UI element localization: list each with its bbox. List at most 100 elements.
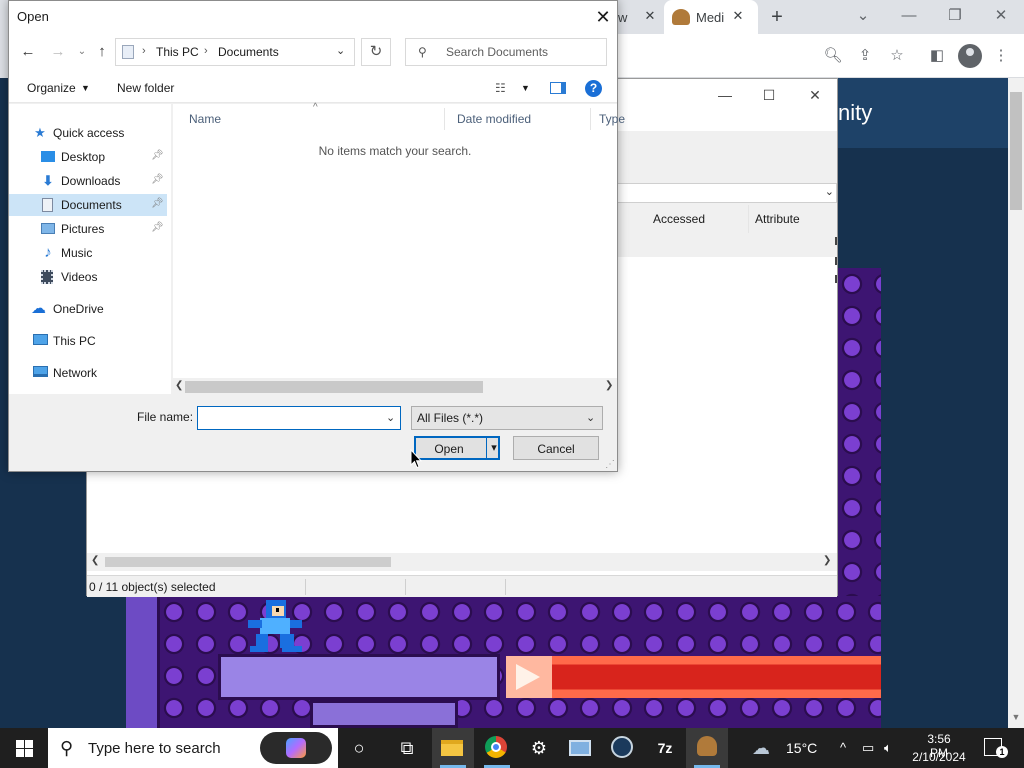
- browser-tab[interactable]: w ✕: [616, 0, 664, 34]
- 7zip-button[interactable]: 7z: [644, 728, 686, 768]
- nav-item-onedrive[interactable]: ☁ OneDrive: [9, 298, 167, 320]
- nav-label: OneDrive: [53, 302, 104, 316]
- fm-minimize-button[interactable]: —: [705, 83, 745, 107]
- back-arrow-icon[interactable]: ←: [17, 41, 39, 63]
- scroll-thumb[interactable]: [185, 381, 483, 393]
- cortana-button[interactable]: ○: [338, 728, 380, 768]
- resize-grip-icon[interactable]: ⋰: [605, 459, 615, 470]
- column-header-date-modified[interactable]: Date modified: [445, 108, 591, 130]
- menu-kebab-icon[interactable]: ⋮: [990, 45, 1012, 67]
- breadcrumb-separator-icon: ›: [142, 45, 146, 57]
- copilot-button[interactable]: [260, 732, 332, 764]
- column-header-name[interactable]: Name: [177, 108, 445, 130]
- close-icon[interactable]: ✕: [730, 8, 746, 24]
- chevron-down-icon[interactable]: ⌄: [386, 411, 395, 424]
- task-view-button[interactable]: ⧉: [386, 728, 428, 768]
- weather-cloud-icon[interactable]: ☁: [752, 738, 770, 759]
- fm-horizontal-scrollbar[interactable]: ❮ ❯: [87, 553, 837, 571]
- scroll-right-arrow-icon[interactable]: ❯: [823, 555, 831, 566]
- nav-item-pictures[interactable]: Pictures 📌︎: [9, 218, 167, 240]
- up-arrow-icon[interactable]: ↑: [91, 41, 113, 63]
- game-app-button[interactable]: [686, 728, 728, 768]
- view-options-icon[interactable]: ☷: [495, 81, 506, 95]
- fm-column-header[interactable]: Attribute: [749, 205, 837, 233]
- cancel-button[interactable]: Cancel: [513, 436, 599, 460]
- clock-date[interactable]: 2/10/2024: [908, 750, 970, 764]
- breadcrumb-documents[interactable]: Documents: [218, 45, 279, 59]
- nav-item-desktop[interactable]: Desktop 📌︎: [9, 146, 167, 168]
- forward-arrow-icon[interactable]: →: [47, 41, 69, 63]
- windows-start-icon[interactable]: [0, 728, 48, 768]
- file-list[interactable]: ^ Name Date modified Type No items match…: [173, 102, 625, 378]
- fm-maximize-button[interactable]: ☐: [749, 83, 789, 107]
- settings-button[interactable]: ⚙: [518, 728, 560, 768]
- new-folder-button[interactable]: New folder: [117, 81, 174, 95]
- fm-path-dropdown[interactable]: ⌄: [617, 183, 837, 203]
- help-icon[interactable]: ?: [585, 80, 602, 97]
- file-name-input[interactable]: [202, 410, 382, 424]
- scroll-left-arrow-icon[interactable]: ❮: [91, 555, 99, 566]
- show-hidden-icons-chevron-icon[interactable]: ^: [840, 740, 846, 755]
- file-name-label: File name:: [137, 410, 194, 424]
- page-scrollbar-thumb[interactable]: [1010, 92, 1022, 210]
- volume-muted-icon[interactable]: 🔈︎: [884, 740, 892, 756]
- scroll-down-arrow-icon[interactable]: ▼: [1010, 712, 1022, 726]
- fm-close-button[interactable]: ✕: [795, 83, 835, 107]
- scroll-right-arrow-icon[interactable]: ❯: [605, 380, 613, 391]
- pin-icon[interactable]: 📌︎: [151, 198, 164, 209]
- breadcrumb-this-pc[interactable]: This PC: [156, 45, 199, 59]
- steam-button[interactable]: [602, 728, 644, 768]
- fm-column-header[interactable]: Accessed: [647, 205, 749, 233]
- nav-item-videos[interactable]: Videos: [9, 266, 167, 288]
- profile-avatar-icon[interactable]: [958, 44, 982, 68]
- close-window-button[interactable]: ✕: [978, 4, 1024, 28]
- browser-tab-active[interactable]: Medi ✕: [664, 0, 758, 34]
- network-status-icon[interactable]: ▭: [862, 740, 874, 756]
- remote-desktop-button[interactable]: [560, 728, 602, 768]
- pin-icon[interactable]: 📌︎: [151, 150, 164, 161]
- file-type-select[interactable]: All Files (*.*) ⌄: [411, 406, 603, 430]
- chevron-down-icon[interactable]: ▼: [521, 83, 530, 93]
- minimize-button[interactable]: —: [886, 4, 932, 28]
- pin-icon[interactable]: 📌︎: [151, 222, 164, 233]
- side-panel-icon[interactable]: ◧: [926, 45, 948, 67]
- chrome-button[interactable]: [476, 728, 518, 768]
- search-box[interactable]: ⚲: [405, 38, 607, 66]
- scroll-left-arrow-icon[interactable]: ❮: [175, 380, 183, 391]
- file-explorer-button[interactable]: [432, 728, 474, 768]
- share-icon[interactable]: ⇪: [854, 45, 876, 67]
- file-list-horizontal-scrollbar[interactable]: ❮ ❯: [173, 378, 617, 396]
- nav-item-quick-access[interactable]: ★ Quick access: [9, 122, 167, 144]
- close-icon[interactable]: ✕: [589, 5, 617, 29]
- open-options-dropdown-icon[interactable]: ▾: [488, 441, 500, 454]
- new-tab-button[interactable]: +: [766, 6, 788, 28]
- address-bar[interactable]: › This PC › Documents ⌄: [115, 38, 355, 66]
- remote-desktop-icon: [569, 736, 593, 760]
- weather-temperature[interactable]: 15°C: [786, 740, 817, 756]
- nav-item-music[interactable]: ♪ Music: [9, 242, 167, 264]
- fm-scroll-thumb[interactable]: [105, 557, 391, 567]
- open-button[interactable]: Open ▾: [414, 436, 500, 460]
- nav-item-downloads[interactable]: ⬇ Downloads 📌︎: [9, 170, 167, 192]
- recent-locations-chevron-icon[interactable]: ⌄: [71, 41, 93, 63]
- chevron-down-icon[interactable]: ⌄: [336, 44, 345, 57]
- close-icon[interactable]: ✕: [642, 8, 658, 24]
- chevron-down-icon[interactable]: ▼: [81, 83, 90, 93]
- nav-item-this-pc[interactable]: This PC: [9, 330, 167, 352]
- pin-icon[interactable]: 📌︎: [151, 174, 164, 185]
- refresh-icon[interactable]: ↻: [361, 38, 391, 66]
- taskbar-search-box[interactable]: ⚲ Type here to search: [48, 728, 338, 768]
- nav-item-network[interactable]: Network: [9, 362, 167, 384]
- zoom-icon[interactable]: 🔍︎: [822, 45, 844, 67]
- organize-button[interactable]: Organize: [27, 81, 76, 95]
- search-input[interactable]: [446, 45, 596, 59]
- file-name-combobox[interactable]: ⌄: [197, 406, 401, 430]
- preview-pane-icon[interactable]: [550, 82, 566, 94]
- bookmark-star-icon[interactable]: ☆: [886, 45, 908, 67]
- music-icon: ♪: [44, 244, 52, 261]
- restore-button[interactable]: ❐: [932, 4, 978, 28]
- column-header-type[interactable]: Type: [587, 108, 625, 130]
- open-file-dialog: Open ✕ ← → ⌄ ↑ › This PC › Documents ⌄ ↻…: [8, 0, 625, 472]
- nav-item-documents[interactable]: Documents 📌︎: [9, 194, 167, 216]
- tab-search-icon[interactable]: ⌄: [840, 4, 886, 28]
